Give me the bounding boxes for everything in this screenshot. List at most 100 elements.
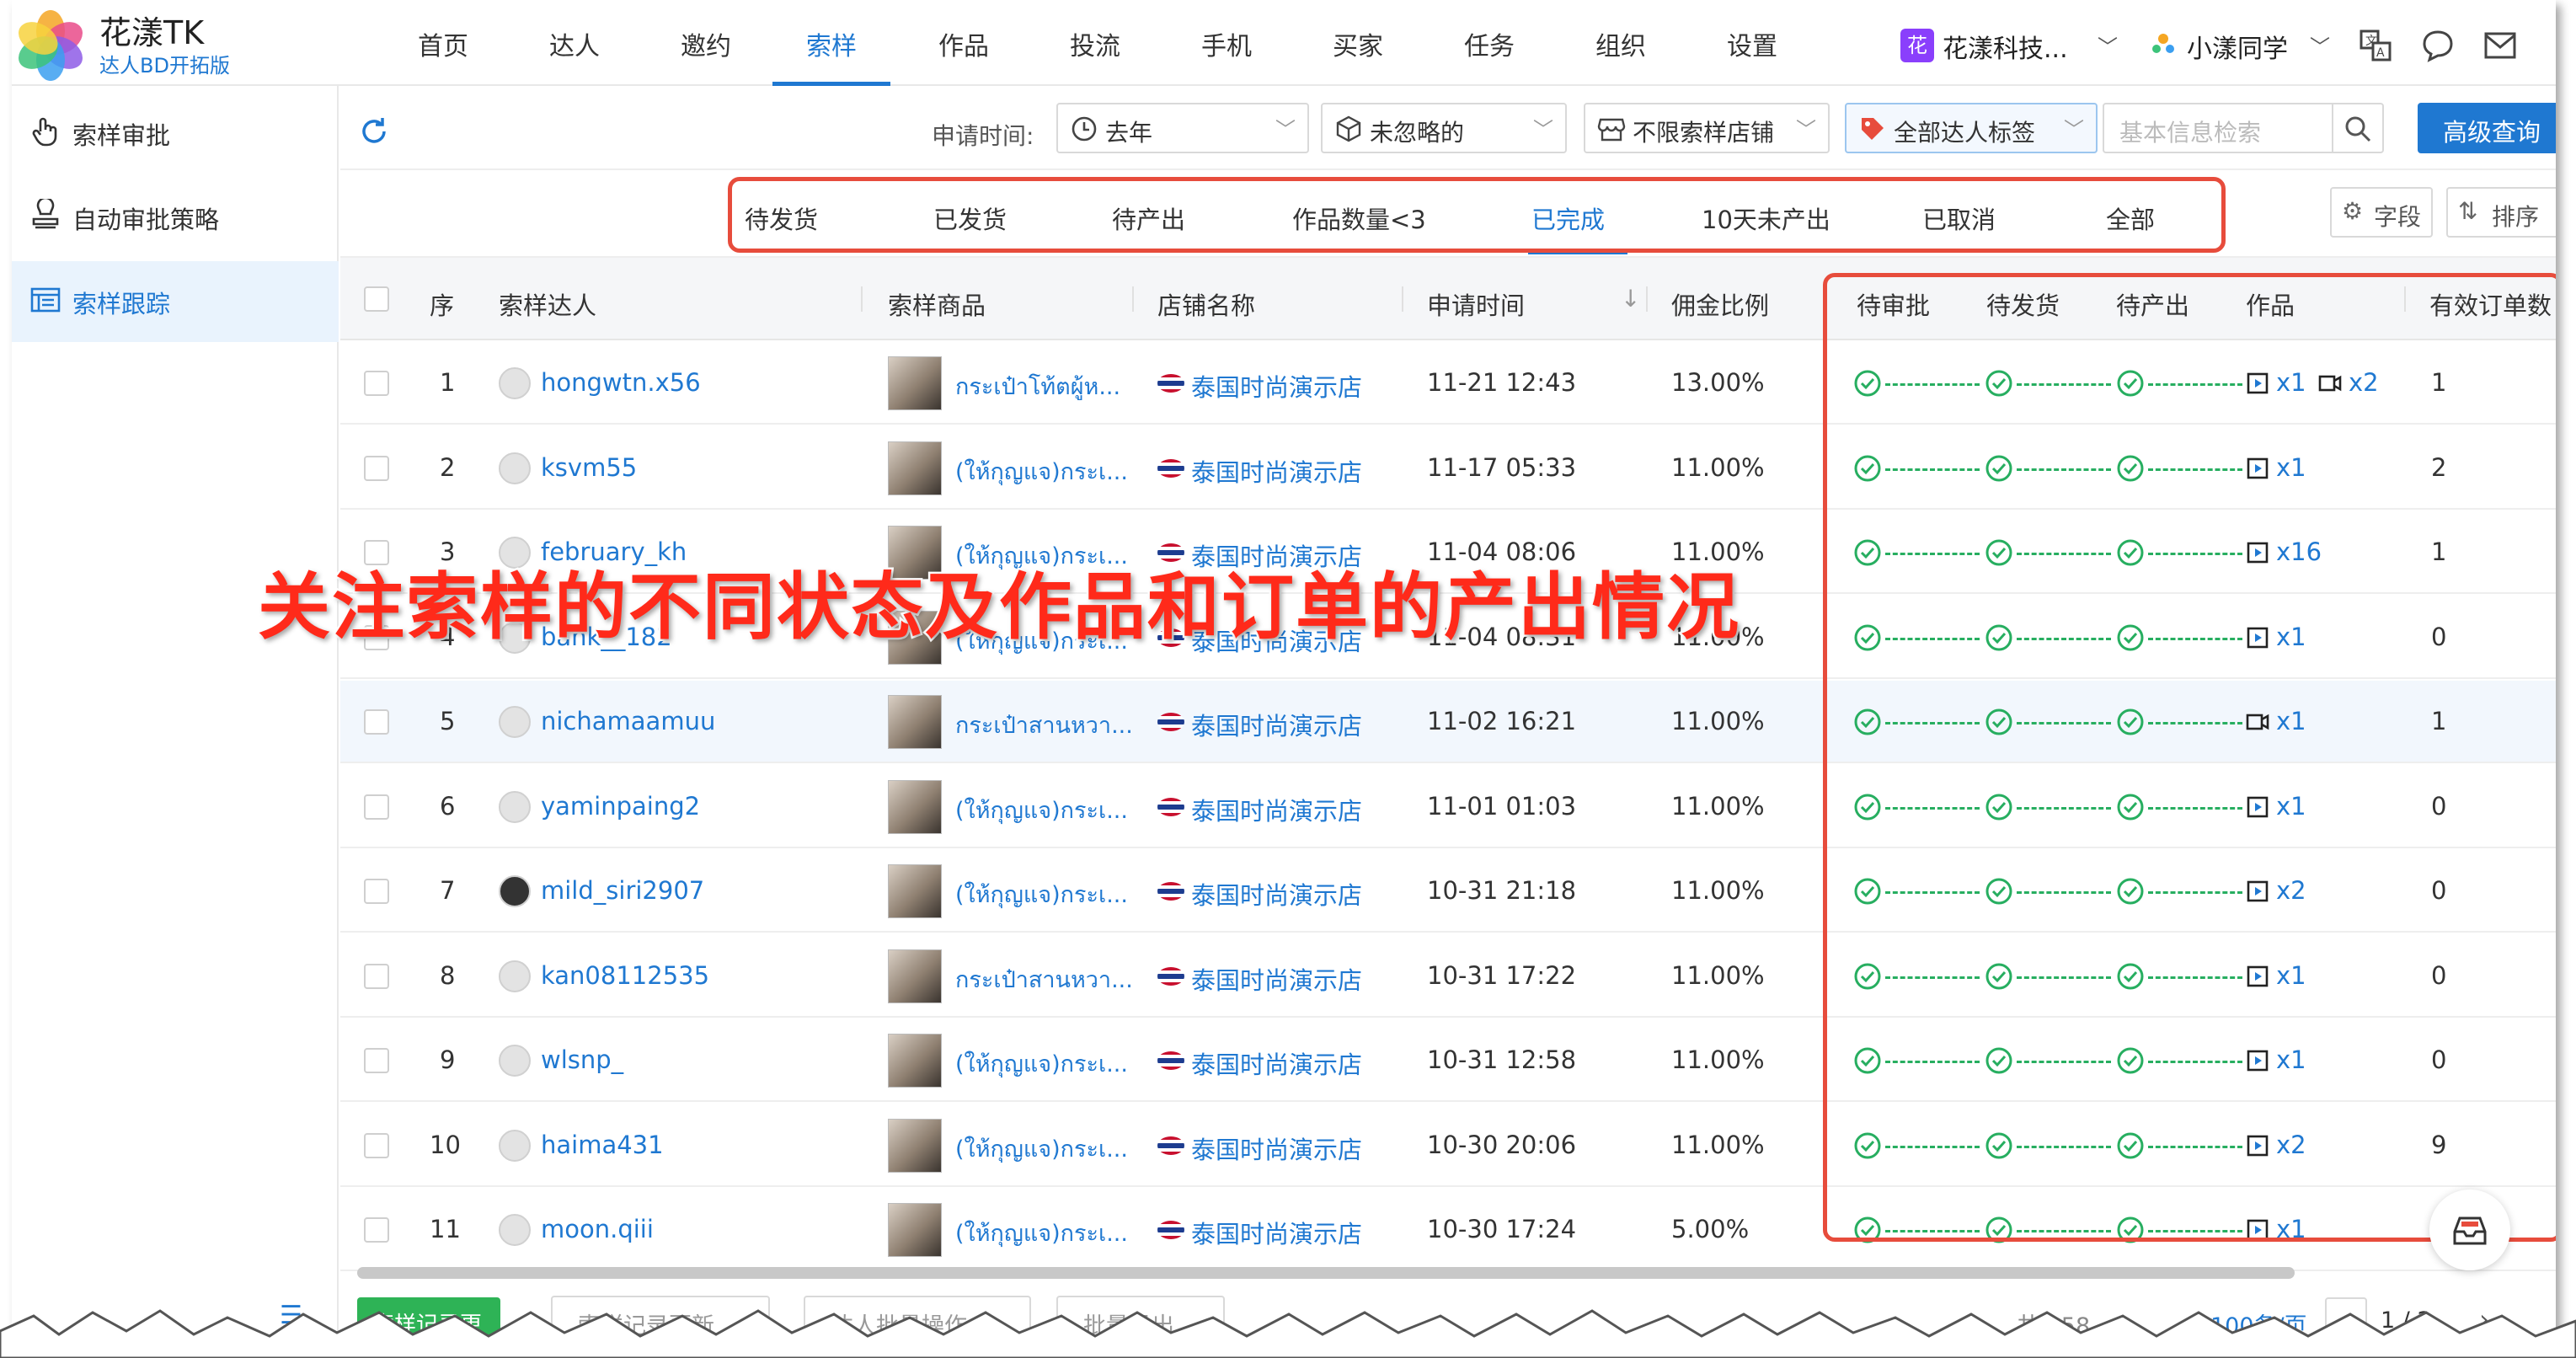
status-columns-highlight-box (1823, 273, 2556, 1242)
product-thumbnail[interactable] (888, 1118, 942, 1173)
user-chevron-down-icon[interactable]: ﹀ (2310, 30, 2330, 60)
sidebar-item-sample-tracking[interactable]: 索样跟踪 (12, 261, 339, 342)
product-link[interactable]: กระเป๋าสานหวา... (955, 961, 1133, 997)
row-checkbox[interactable] (364, 879, 389, 904)
inbox-icon (2453, 1216, 2487, 1245)
apply-time: 10-31 21:18 (1427, 876, 1577, 905)
product-thumbnail[interactable] (888, 356, 942, 410)
creator-link[interactable]: wlsnp_ (541, 1045, 623, 1074)
row-checkbox[interactable] (364, 1217, 389, 1243)
ignore-status-select[interactable]: 未忽略的 ﹀ (1321, 103, 1567, 153)
sort-desc-icon[interactable]: ↓ (1621, 285, 1640, 313)
org-chevron-down-icon[interactable]: ﹀ (2098, 30, 2118, 60)
chat-icon[interactable] (2421, 29, 2455, 62)
row-checkbox[interactable] (364, 963, 389, 989)
product-thumbnail[interactable] (888, 864, 942, 918)
fields-button[interactable]: ⚙ 字段 (2330, 187, 2433, 238)
store-icon (1597, 118, 1626, 142)
creator-link[interactable]: ksvm55 (541, 453, 637, 482)
refresh-icon[interactable] (357, 115, 391, 148)
nav-invite[interactable]: 邀约 (655, 25, 756, 62)
nav-buyers[interactable]: 买家 (1307, 25, 1408, 62)
product-thumbnail[interactable] (888, 441, 942, 495)
tag-select[interactable]: 全部达人标签 ﹀ (1845, 103, 2098, 153)
floating-action-button[interactable] (2429, 1190, 2510, 1270)
advanced-search-button[interactable]: 高级查询 (2418, 103, 2556, 153)
sidebar-item-sample-approval[interactable]: 索样审批 (12, 93, 339, 174)
ignore-status-value: 未忽略的 (1370, 119, 1465, 147)
product-link[interactable]: (ให้กุญแจ)กระเ... (955, 453, 1128, 489)
row-checkbox[interactable] (364, 1048, 389, 1073)
nav-phone[interactable]: 手机 (1176, 25, 1277, 62)
product-thumbnail[interactable] (888, 779, 942, 834)
nav-ads[interactable]: 投流 (1045, 25, 1146, 62)
svg-text:A: A (2376, 46, 2385, 60)
shop-link[interactable]: 泰国时尚演示店 (1191, 792, 1362, 827)
creator-link[interactable]: nichamaamuu (541, 707, 715, 735)
row-index: 8 (440, 960, 456, 990)
shop-link[interactable]: 泰国时尚演示店 (1191, 1045, 1362, 1081)
time-range-value: 去年 (1105, 119, 1153, 147)
avatar (499, 1045, 531, 1077)
product-link[interactable]: (ให้กุญแจ)กระเ... (955, 1131, 1128, 1167)
search-input[interactable]: 基本信息检索 (2103, 103, 2384, 153)
row-checkbox[interactable] (364, 455, 389, 481)
product-link[interactable]: (ให้กุญแจ)กระเ... (955, 876, 1128, 912)
sidebar-item-auto-approval[interactable]: 自动审批策略 (12, 177, 339, 258)
creator-link[interactable]: moon.qiii (541, 1215, 654, 1243)
nav-creators[interactable]: 达人 (524, 25, 625, 62)
time-range-select[interactable]: 去年 ﹀ (1056, 103, 1309, 153)
creator-link[interactable]: yaminpaing2 (541, 792, 700, 821)
sort-button[interactable]: ⇅ 排序 (2446, 187, 2556, 238)
nav-settings[interactable]: 设置 (1702, 25, 1803, 62)
row-checkbox[interactable] (364, 371, 389, 396)
stamp-icon (32, 199, 59, 229)
shop-link[interactable]: 泰国时尚演示店 (1191, 1131, 1362, 1166)
apply-time: 10-30 20:06 (1427, 1130, 1577, 1159)
product-link[interactable]: กระเป๋าโท้ตผู้ห... (955, 368, 1120, 404)
shop-link[interactable]: 泰国时尚演示店 (1191, 1215, 1362, 1250)
product-thumbnail[interactable] (888, 1034, 942, 1088)
translate-icon[interactable]: 文A (2359, 29, 2392, 62)
shop-link[interactable]: 泰国时尚演示店 (1191, 707, 1362, 742)
mail-icon[interactable] (2483, 30, 2517, 61)
product-thumbnail[interactable] (888, 695, 942, 749)
creator-link[interactable]: hongwtn.x56 (541, 368, 701, 397)
creator-link[interactable]: mild_siri2907 (541, 876, 704, 905)
horizontal-scrollbar[interactable] (357, 1267, 2295, 1279)
product-link[interactable]: กระเป๋าสานหวา... (955, 707, 1133, 743)
thailand-flag-icon (1157, 1221, 1184, 1239)
avatar (499, 1129, 531, 1162)
creator-link[interactable]: kan08112535 (541, 961, 709, 990)
product-thumbnail[interactable] (888, 949, 942, 1003)
row-checkbox[interactable] (364, 1132, 389, 1158)
product-link[interactable]: (ให้กุญแจ)กระเ... (955, 792, 1128, 828)
nav-tasks[interactable]: 任务 (1439, 25, 1540, 62)
shop-link[interactable]: 泰国时尚演示店 (1191, 876, 1362, 912)
nav-works[interactable]: 作品 (913, 25, 1014, 62)
shop-link[interactable]: 泰国时尚演示店 (1191, 453, 1362, 489)
row-index: 9 (440, 1045, 456, 1074)
creator-link[interactable]: haima431 (541, 1131, 664, 1159)
shop-link[interactable]: 泰国时尚演示店 (1191, 368, 1362, 404)
thailand-flag-icon (1157, 713, 1184, 731)
nav-organization[interactable]: 组织 (1570, 25, 1671, 62)
shop-link[interactable]: 泰国时尚演示店 (1191, 961, 1362, 997)
thailand-flag-icon (1157, 1136, 1184, 1155)
nav-samples[interactable]: 索样 (781, 25, 882, 62)
thailand-flag-icon (1157, 966, 1184, 986)
select-all-checkbox[interactable] (364, 286, 389, 312)
search-icon[interactable] (2344, 115, 2372, 143)
shop-select[interactable]: 不限索样店铺 ﹀ (1584, 103, 1830, 153)
row-checkbox[interactable] (364, 709, 389, 735)
row-checkbox[interactable] (364, 794, 389, 820)
product-link[interactable]: (ให้กุญแจ)กระเ... (955, 1215, 1128, 1251)
chevron-down-icon: ﹀ (2064, 118, 2084, 142)
nav-home[interactable]: 首页 (393, 25, 494, 62)
org-switcher[interactable]: 花漾科技... (1943, 28, 2068, 65)
product-link[interactable]: (ให้กุญแจ)กระเ... (955, 1045, 1128, 1082)
org-badge: 花 (1900, 29, 1934, 62)
product-thumbnail[interactable] (888, 1203, 942, 1257)
clock-icon (1072, 116, 1097, 142)
user-menu[interactable]: 小漾同学 (2187, 28, 2288, 65)
